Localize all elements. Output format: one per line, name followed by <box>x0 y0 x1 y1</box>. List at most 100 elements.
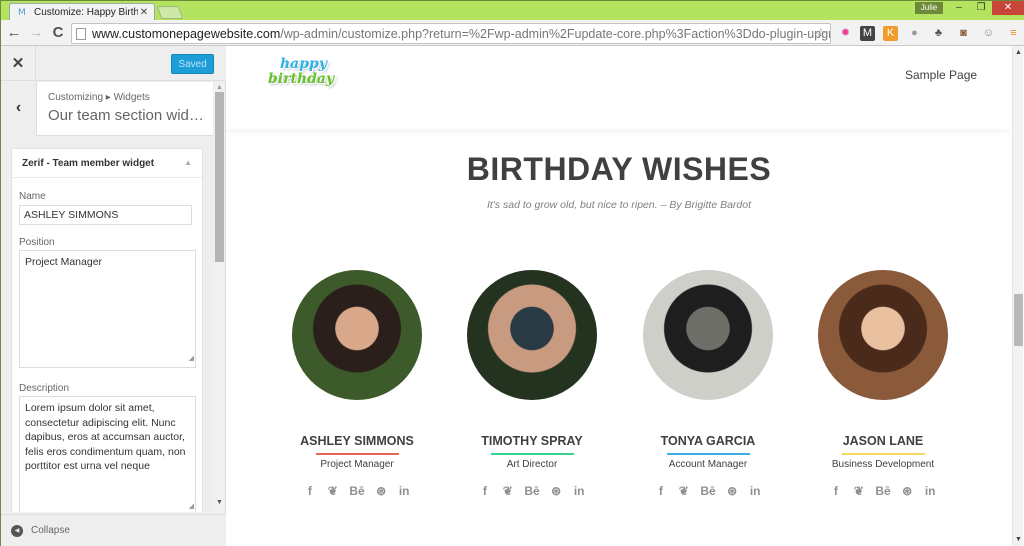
site-header: happy birthday Sample Page <box>226 46 1012 129</box>
logo-line-2: birthday <box>268 71 335 87</box>
member-position: Art Director <box>506 459 558 470</box>
dribbble-icon[interactable]: ⊛ <box>550 484 563 498</box>
back-button[interactable]: ← <box>5 24 23 42</box>
linkedin-icon[interactable]: in <box>398 484 411 498</box>
position-label: Position <box>19 237 55 248</box>
preview-scroll-thumb[interactable] <box>1014 294 1023 346</box>
site-logo[interactable]: happy birthday <box>268 56 335 98</box>
section-subtitle: It's sad to grow old, but nice to ripen.… <box>486 199 752 211</box>
scroll-down-icon[interactable]: ▼ <box>216 499 223 506</box>
resize-handle-icon[interactable]: ◢ <box>189 352 194 367</box>
widget-header[interactable]: Zerif - Team member widget ▲ <box>12 149 202 178</box>
facebook-icon[interactable]: f <box>303 484 316 498</box>
name-field[interactable]: ASHLEY SIMMONS <box>19 205 192 225</box>
menu-icon[interactable]: ≡ <box>1006 26 1021 41</box>
m-extension-icon[interactable]: M <box>860 26 875 41</box>
facebook-icon[interactable]: f <box>654 484 667 498</box>
off-extension-icon[interactable]: ☺ <box>981 26 996 41</box>
url-host: www.customonepagewebsite.com <box>92 26 281 41</box>
social-links: f ❦ Bē ⊛ in <box>457 484 607 498</box>
address-bar[interactable]: www.customonepagewebsite.com /wp-admin/c… <box>71 23 831 44</box>
twitter-icon[interactable]: ❦ <box>677 484 690 498</box>
panel-header: ‹ Customizing ▸ Widgets Our team section… <box>1 82 213 136</box>
member-position: Account Manager <box>668 459 748 470</box>
browser-tab[interactable]: Ⅿ Customize: Happy Birthda ✕ <box>9 3 155 20</box>
new-tab-button[interactable] <box>156 6 184 19</box>
description-value: Lorem ipsum dolor sit amet, consectetur … <box>25 402 186 472</box>
bookmark-star-icon[interactable]: ☆ <box>814 25 827 42</box>
instagram-icon[interactable]: ◙ <box>956 26 971 41</box>
position-field[interactable]: Project Manager ◢ <box>19 250 196 368</box>
title-bar: Ⅿ Customize: Happy Birthda ✕ Julie – ❐ ✕ <box>1 1 1024 20</box>
member-name: ASHLEY SIMMONS <box>300 434 414 448</box>
facebook-icon[interactable]: f <box>478 484 491 498</box>
page-icon <box>76 27 86 40</box>
behance-icon[interactable]: Bē <box>349 484 364 498</box>
member-photo <box>292 270 422 400</box>
dribbble-icon[interactable]: ⊛ <box>726 484 739 498</box>
member-name: TONYA GARCIA <box>660 434 756 448</box>
saved-button[interactable]: Saved <box>171 54 214 74</box>
resize-handle-icon[interactable]: ◢ <box>189 500 194 513</box>
evernote-icon[interactable]: ♣ <box>931 26 946 41</box>
tab-title: Customize: Happy Birthda <box>34 6 138 18</box>
tab-close-icon[interactable]: ✕ <box>138 7 150 18</box>
behance-icon[interactable]: Bē <box>875 484 890 498</box>
member-accent-line <box>841 453 925 455</box>
social-links: f ❦ Bē ⊛ in <box>282 484 432 498</box>
sidebar-scrollbar[interactable]: ▲ ▼ <box>214 82 225 512</box>
position-value: Project Manager <box>25 256 103 268</box>
scroll-up-icon[interactable]: ▲ <box>216 84 223 91</box>
logo-line-1: happy <box>280 56 327 72</box>
nav-sample-page[interactable]: Sample Page <box>905 68 977 82</box>
wordpress-favicon-icon: Ⅿ <box>18 6 26 17</box>
team-member-card: JASON LANE Business Development f ❦ Bē ⊛ in <box>808 270 958 498</box>
sidebar-scroll-thumb[interactable] <box>215 92 224 262</box>
social-links: f ❦ Bē ⊛ in <box>808 484 958 498</box>
close-window-button[interactable]: ✕ <box>992 1 1024 15</box>
site-preview: happy birthday Sample Page BIRTHDAY WISH… <box>226 46 1024 546</box>
twitter-icon[interactable]: ❦ <box>501 484 514 498</box>
customizer-sidebar: ✕ Saved ‹ Customizing ▸ Widgets Our team… <box>1 46 226 546</box>
reload-button[interactable]: C <box>49 24 67 42</box>
scroll-down-icon[interactable]: ▼ <box>1015 536 1022 543</box>
team-member-card: TIMOTHY SPRAY Art Director f ❦ Bē ⊛ in <box>457 270 607 498</box>
member-name: JASON LANE <box>842 434 924 448</box>
forward-button[interactable]: → <box>27 24 45 42</box>
member-photo <box>643 270 773 400</box>
member-photo <box>467 270 597 400</box>
social-links: f ❦ Bē ⊛ in <box>633 484 783 498</box>
linkedin-icon[interactable]: in <box>573 484 586 498</box>
dribbble-icon[interactable]: ⊛ <box>375 484 388 498</box>
customizer-header: ✕ Saved <box>1 46 226 81</box>
minimize-button[interactable]: – <box>948 1 970 15</box>
twitter-icon[interactable]: ❦ <box>326 484 339 498</box>
collapse-arrow-icon: ◀ <box>11 524 23 537</box>
member-name: TIMOTHY SPRAY <box>481 434 583 448</box>
scroll-up-icon[interactable]: ▲ <box>1015 49 1022 56</box>
twitter-icon[interactable]: ❦ <box>852 484 865 498</box>
close-customizer-button[interactable]: ✕ <box>1 46 36 81</box>
pushbullet-icon[interactable]: ● <box>907 26 922 41</box>
linkedin-icon[interactable]: in <box>749 484 762 498</box>
url-path: /wp-admin/customize.php?return=%2Fwp-adm… <box>280 26 830 41</box>
member-accent-line <box>666 453 750 455</box>
dribbble-icon[interactable]: ⊛ <box>901 484 914 498</box>
linkedin-icon[interactable]: in <box>924 484 937 498</box>
collapse-button[interactable]: ◀ Collapse <box>1 514 226 546</box>
preview-scrollbar[interactable]: ▲ ▼ <box>1012 46 1023 546</box>
maximize-button[interactable]: ❐ <box>970 1 992 15</box>
back-to-widgets-button[interactable]: ‹ <box>1 82 37 136</box>
breadcrumb: Customizing ▸ Widgets <box>48 92 150 103</box>
color-wheel-icon[interactable]: ✹ <box>838 26 853 41</box>
description-field[interactable]: Lorem ipsum dolor sit amet, consectetur … <box>19 396 196 512</box>
widget-toggle-icon[interactable]: ▲ <box>184 158 192 167</box>
behance-icon[interactable]: Bē <box>700 484 715 498</box>
k-extension-icon[interactable]: K <box>883 26 898 41</box>
team-member-widget: Zerif - Team member widget ▲ Name ASHLEY… <box>11 148 203 512</box>
behance-icon[interactable]: Bē <box>524 484 539 498</box>
profile-badge[interactable]: Julie <box>915 2 943 14</box>
member-position: Project Manager <box>320 459 394 470</box>
facebook-icon[interactable]: f <box>829 484 842 498</box>
browser-window: Ⅿ Customize: Happy Birthda ✕ Julie – ❐ ✕… <box>0 0 1024 546</box>
